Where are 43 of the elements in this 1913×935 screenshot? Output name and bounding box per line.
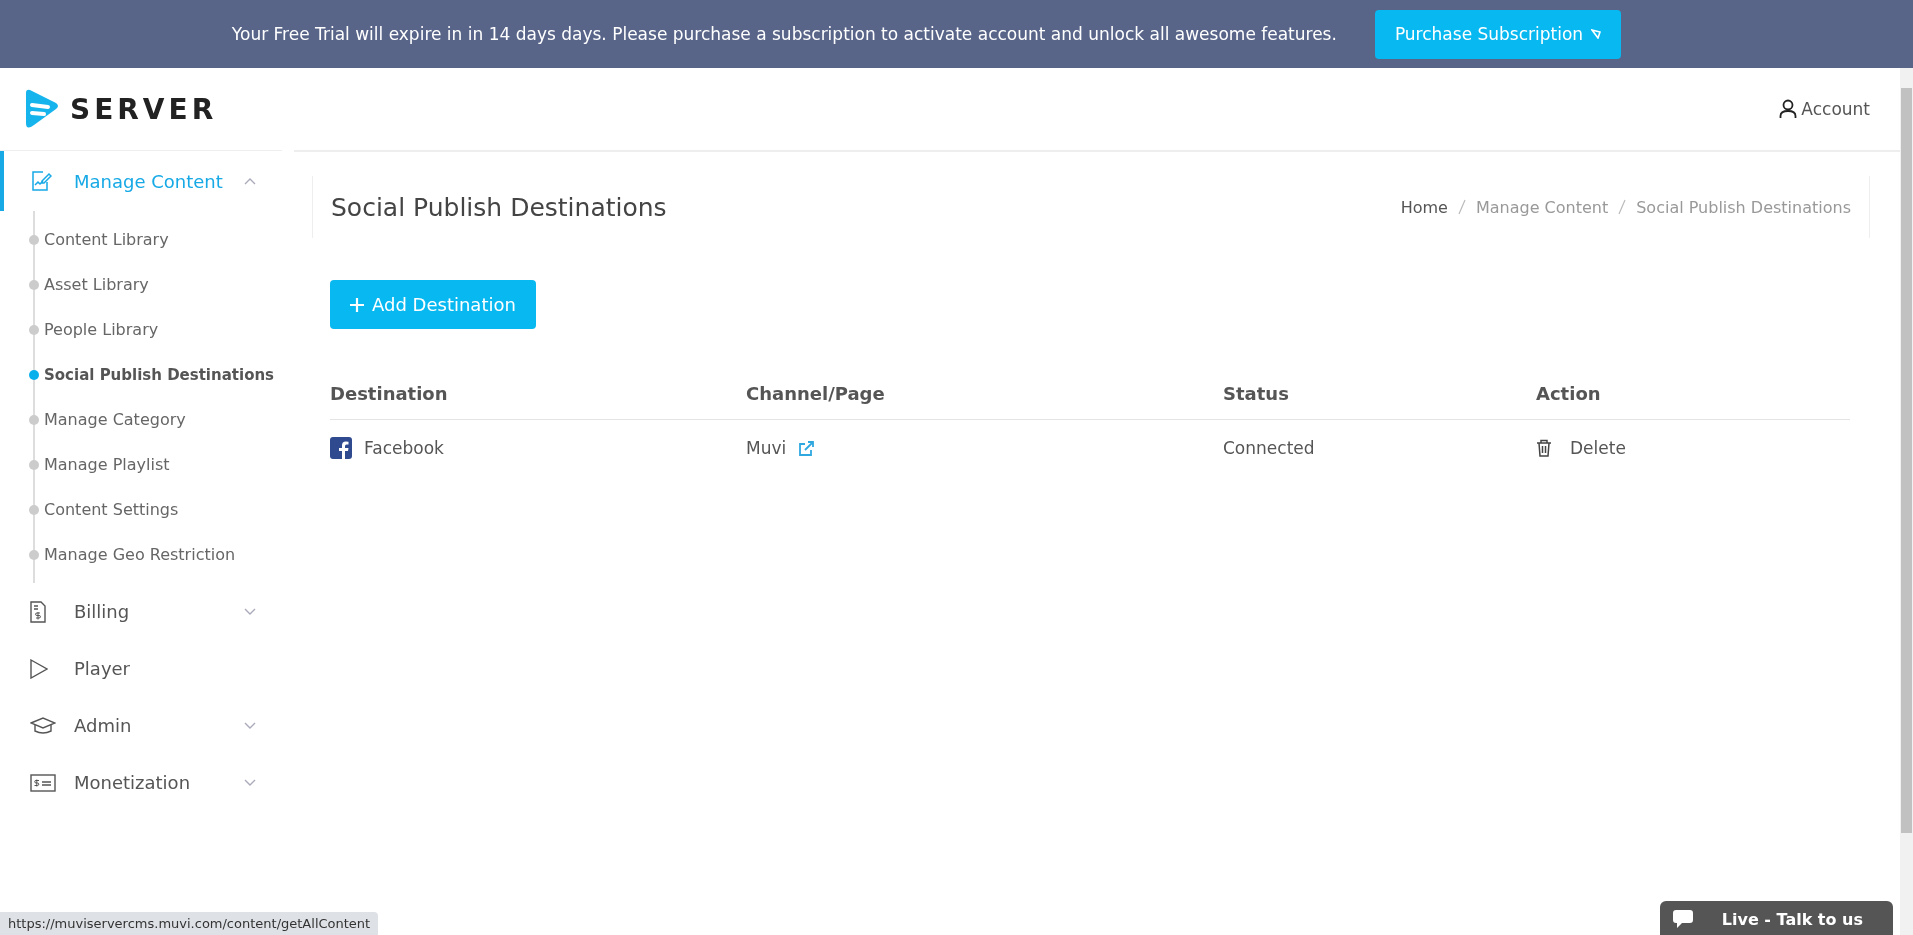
sidebar-item[interactable]: Player	[0, 640, 282, 697]
channel-name: Muvi	[746, 438, 787, 458]
speech-bubble-icon	[1671, 909, 1694, 929]
column-header: Destination	[330, 382, 449, 404]
submenu-item[interactable]: Content Library	[29, 217, 282, 262]
sidebar-item[interactable]: Billing	[0, 583, 282, 640]
account-link[interactable]: Account	[1779, 99, 1870, 119]
breadcrumb-link[interactable]: Home	[1400, 197, 1448, 217]
logo-icon	[24, 89, 60, 129]
cash-card-icon	[30, 773, 56, 792]
submenu-item[interactable]: People Library	[29, 307, 282, 352]
trash-icon	[1536, 439, 1552, 457]
breadcrumb-separator-icon	[1618, 199, 1627, 215]
breadcrumb-separator-icon	[1457, 199, 1466, 215]
submenu-item[interactable]: Social Publish Destinations	[29, 352, 282, 397]
sidebar-item[interactable]: Admin	[0, 697, 282, 754]
submenu-item[interactable]: Manage Geo Restriction	[29, 532, 282, 577]
submenu-item[interactable]: Asset Library	[29, 262, 282, 307]
live-chat-button[interactable]: Live - Talk to us	[1659, 901, 1893, 935]
column-header: Status	[1223, 382, 1290, 404]
scrollbar[interactable]	[1900, 68, 1913, 935]
page-title: Social Publish Destinations	[331, 192, 667, 222]
graduation-cap-icon	[30, 716, 56, 735]
sidebar-item[interactable]: Monetization	[0, 754, 282, 811]
status-text: Connected	[1223, 437, 1316, 460]
delete-button[interactable]: Delete	[1536, 438, 1626, 458]
invoice-icon	[30, 600, 46, 623]
column-header: Channel/Page	[746, 382, 886, 404]
plus-icon	[350, 297, 364, 312]
destination-name: Facebook	[364, 438, 444, 458]
document-edit-icon	[30, 170, 52, 192]
logo-text: SERVER	[70, 92, 218, 126]
cursor-icon	[1591, 29, 1602, 39]
trial-message: Your Free Trial will expire in in 14 days days. Please purchase a subscription to activate account and unlock all awesome features.	[231, 24, 1337, 44]
column-header: Action	[1536, 382, 1602, 404]
play-icon	[30, 658, 48, 679]
status-url: https://muviservercms.muvi.com/content/getAllContent	[0, 912, 379, 935]
submenu-item[interactable]: Manage Category	[29, 397, 282, 442]
submenu-item[interactable]: Manage Playlist	[29, 442, 282, 487]
user-icon	[1779, 99, 1798, 119]
submenu-item[interactable]: Content Settings	[29, 487, 282, 532]
facebook-icon	[330, 437, 352, 459]
external-link-icon[interactable]	[798, 439, 816, 457]
